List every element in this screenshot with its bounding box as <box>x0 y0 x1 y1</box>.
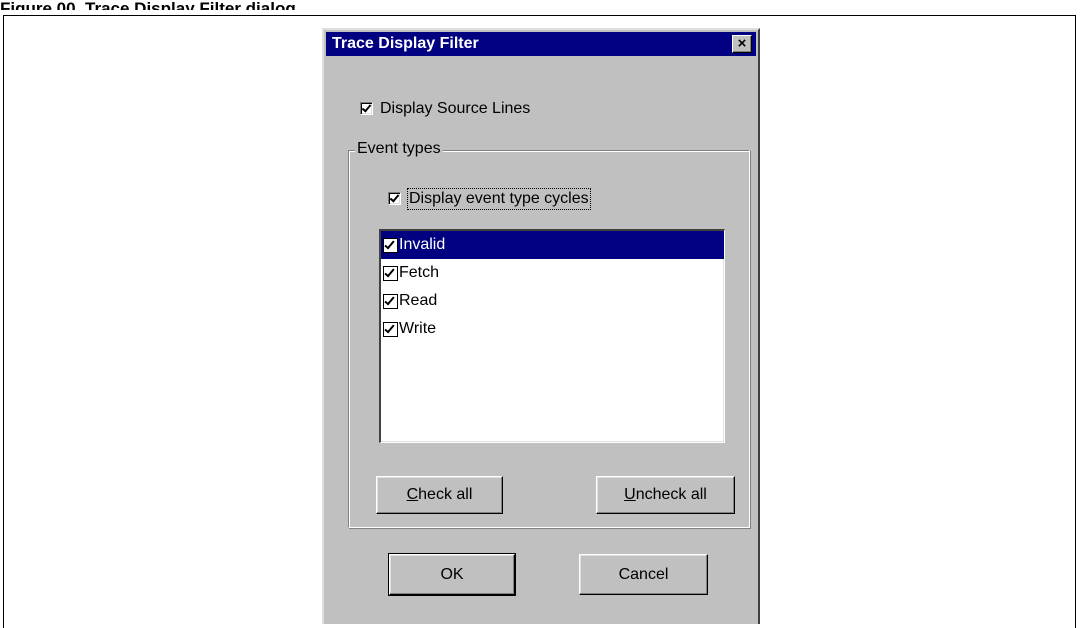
list-item-label: Invalid <box>399 236 446 253</box>
display-event-type-cycles-label[interactable]: Display event type cycles <box>407 188 591 210</box>
display-event-type-cycles-checkbox[interactable] <box>388 192 401 205</box>
checkbox-icon[interactable] <box>383 265 398 281</box>
check-all-access-key: C <box>406 486 419 503</box>
list-item-label: Fetch <box>399 264 440 281</box>
ok-label: OK <box>440 566 464 583</box>
close-button[interactable]: × <box>732 35 752 53</box>
checkbox-icon[interactable] <box>383 293 398 309</box>
ok-button[interactable]: OK <box>388 553 516 596</box>
uncheck-all-label: ncheck all <box>635 486 707 503</box>
checkbox-icon[interactable] <box>383 237 398 253</box>
close-icon: × <box>737 35 747 52</box>
check-all-label: heck all <box>418 486 473 503</box>
display-source-lines-checkbox[interactable] <box>360 102 373 115</box>
event-types-list[interactable]: Invalid Fetch Read Write <box>379 229 725 443</box>
list-item-label: Read <box>399 292 438 309</box>
list-item-invalid[interactable]: Invalid <box>381 231 724 259</box>
cancel-label: Cancel <box>618 566 669 583</box>
checkbox-icon[interactable] <box>383 321 398 337</box>
display-source-lines-label[interactable]: Display Source Lines <box>380 100 530 118</box>
cancel-button[interactable]: Cancel <box>579 554 708 595</box>
trace-display-filter-dialog: Trace Display Filter × Display Source Li… <box>322 28 760 624</box>
list-item-read[interactable]: Read <box>381 287 724 315</box>
event-types-legend: Event types <box>355 140 443 158</box>
list-item-label: Write <box>399 320 437 337</box>
dialog-title: Trace Display Filter <box>332 35 479 52</box>
uncheck-all-button[interactable]: Uncheck all <box>596 476 735 514</box>
check-all-button[interactable]: Check all <box>376 476 503 514</box>
title-bar[interactable]: Trace Display Filter × <box>326 32 756 56</box>
list-item-write[interactable]: Write <box>381 315 724 343</box>
list-item-fetch[interactable]: Fetch <box>381 259 724 287</box>
uncheck-all-access-key: U <box>624 486 636 503</box>
